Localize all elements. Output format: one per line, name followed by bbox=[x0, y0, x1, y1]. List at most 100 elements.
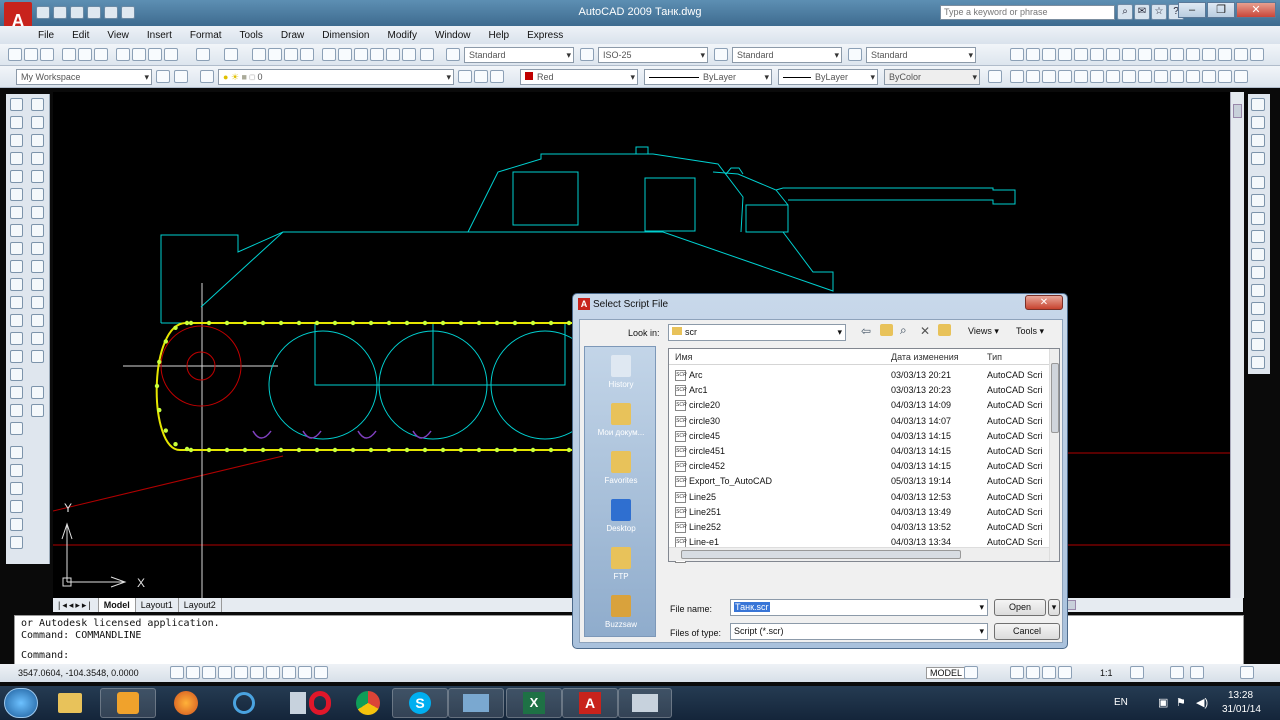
menu-file[interactable]: File bbox=[38, 30, 54, 41]
file-row[interactable]: SCR circle451 04/03/13 14:15 AutoCAD Scri bbox=[669, 444, 1049, 459]
new-icon[interactable] bbox=[8, 48, 22, 61]
lock-icon[interactable] bbox=[1190, 666, 1204, 679]
mleader-style-select[interactable]: Standard bbox=[866, 47, 976, 63]
dimension-icon[interactable] bbox=[1251, 230, 1265, 243]
file-row[interactable]: SCR Line251 04/03/13 13:49 AutoCAD Scri bbox=[669, 505, 1049, 520]
up-folder-icon[interactable] bbox=[880, 324, 893, 336]
qp-icon[interactable] bbox=[314, 666, 328, 679]
osnap-icon[interactable] bbox=[234, 666, 248, 679]
views-menu[interactable]: Views ▾ bbox=[968, 326, 999, 337]
hatch-icon[interactable] bbox=[10, 350, 23, 363]
layer-previous-icon[interactable] bbox=[474, 70, 488, 83]
layout-icon[interactable] bbox=[964, 666, 978, 679]
communication-icon[interactable]: ✉ bbox=[1134, 4, 1150, 20]
mtext-icon[interactable] bbox=[10, 422, 23, 435]
redo-icon[interactable] bbox=[224, 48, 238, 61]
fillet-icon[interactable] bbox=[31, 332, 44, 345]
break-icon[interactable] bbox=[31, 278, 44, 291]
properties-icon[interactable] bbox=[322, 48, 336, 61]
text-style-icon[interactable] bbox=[446, 48, 460, 61]
join-icon[interactable] bbox=[31, 296, 44, 309]
app-taskbar-icon[interactable] bbox=[216, 688, 272, 718]
view-icon[interactable] bbox=[1010, 48, 1024, 61]
layer-states-icon[interactable] bbox=[490, 70, 504, 83]
line-icon[interactable] bbox=[10, 98, 23, 111]
grid-icon[interactable] bbox=[186, 666, 200, 679]
rotate-icon[interactable] bbox=[31, 188, 44, 201]
plotstyle-select[interactable]: ByColor bbox=[884, 69, 980, 85]
place-history[interactable]: History bbox=[585, 355, 657, 389]
tab-layout2[interactable]: Layout2 bbox=[179, 598, 222, 612]
filetype-select[interactable]: Script (*.scr) ▾ bbox=[730, 623, 988, 640]
polygon-icon[interactable] bbox=[10, 152, 23, 165]
region-icon[interactable] bbox=[10, 386, 23, 399]
model-space-button[interactable]: MODEL bbox=[926, 667, 967, 679]
search-web-icon[interactable]: ⌕ bbox=[900, 323, 907, 338]
minimize-button[interactable]: – bbox=[1178, 2, 1206, 18]
menu-help[interactable]: Help bbox=[489, 30, 510, 41]
help-search-input[interactable]: Type a keyword or phrase bbox=[940, 5, 1115, 20]
table-icon[interactable] bbox=[10, 404, 23, 417]
dimension-icon[interactable] bbox=[1251, 98, 1265, 111]
dimension-icon[interactable] bbox=[1251, 284, 1265, 297]
stretch-icon[interactable] bbox=[31, 224, 44, 237]
menu-dimension[interactable]: Dimension bbox=[322, 30, 369, 41]
lights-icon[interactable] bbox=[10, 536, 23, 549]
look-in-select[interactable]: scr ▾ bbox=[668, 324, 846, 341]
volume-icon[interactable]: ◀) bbox=[1196, 696, 1208, 709]
annotation-visibility-icon[interactable] bbox=[1130, 666, 1144, 679]
match-properties-icon[interactable] bbox=[164, 48, 178, 61]
menu-view[interactable]: View bbox=[107, 30, 129, 41]
tab-nav-arrows[interactable]: |◂◂▸▸| bbox=[53, 598, 99, 612]
tab-model[interactable]: Model bbox=[98, 598, 136, 612]
clock-time[interactable]: 13:28 bbox=[1228, 690, 1253, 701]
cut-icon[interactable] bbox=[116, 48, 130, 61]
view-icon[interactable] bbox=[1090, 48, 1104, 61]
solid-icon[interactable] bbox=[1026, 70, 1040, 83]
dimension-icon[interactable] bbox=[1251, 152, 1265, 165]
snap-icon[interactable] bbox=[170, 666, 184, 679]
dyn-icon[interactable] bbox=[282, 666, 296, 679]
tab-layout1[interactable]: Layout1 bbox=[136, 598, 179, 612]
rectangle-icon[interactable] bbox=[10, 170, 23, 183]
scroll-thumb[interactable] bbox=[1051, 363, 1059, 433]
place-favorites[interactable]: Favorites bbox=[585, 451, 657, 485]
start-button[interactable] bbox=[4, 688, 38, 718]
mirror-icon[interactable] bbox=[31, 134, 44, 147]
new-folder-icon[interactable] bbox=[938, 324, 951, 336]
view-icon[interactable] bbox=[1170, 48, 1184, 61]
clock-date[interactable]: 31/01/14 bbox=[1222, 704, 1261, 715]
language-indicator[interactable]: EN bbox=[1114, 697, 1128, 708]
polar-icon[interactable] bbox=[218, 666, 232, 679]
file-row[interactable]: SCR Arc1 03/03/13 20:23 AutoCAD Scri bbox=[669, 383, 1049, 398]
clean-screen-icon[interactable] bbox=[1240, 666, 1254, 679]
file-row[interactable]: SCR Line252 04/03/13 13:52 AutoCAD Scri bbox=[669, 520, 1049, 535]
extend-icon[interactable] bbox=[31, 260, 44, 273]
file-row[interactable]: SCR Arc 03/03/13 20:21 AutoCAD Scri bbox=[669, 368, 1049, 383]
workspace-select[interactable]: My Workspace bbox=[16, 69, 152, 85]
excel-taskbar-icon[interactable]: X bbox=[506, 688, 562, 718]
file-row[interactable]: SCR Line25 04/03/13 12:53 AutoCAD Scri bbox=[669, 490, 1049, 505]
print-icon[interactable] bbox=[62, 48, 76, 61]
cancel-button[interactable]: Cancel bbox=[994, 623, 1060, 640]
tools-menu[interactable]: Tools ▾ bbox=[1016, 326, 1044, 337]
place-documents[interactable]: Мои докум... bbox=[585, 403, 657, 437]
ellipse-arc-icon[interactable] bbox=[10, 278, 23, 291]
dimension-icon[interactable] bbox=[1251, 194, 1265, 207]
spline-icon[interactable] bbox=[10, 242, 23, 255]
scale-icon[interactable] bbox=[31, 206, 44, 219]
dimension-icon[interactable] bbox=[1251, 302, 1265, 315]
publish-icon[interactable] bbox=[94, 48, 108, 61]
view-icon[interactable] bbox=[1186, 48, 1200, 61]
file-list-vscroll[interactable] bbox=[1049, 349, 1059, 561]
solid-icon[interactable] bbox=[1074, 70, 1088, 83]
search-icon[interactable]: ⌕ bbox=[1117, 4, 1133, 20]
view-icon[interactable] bbox=[1058, 48, 1072, 61]
menu-window[interactable]: Window bbox=[435, 30, 471, 41]
dimension-icon[interactable] bbox=[1251, 338, 1265, 351]
lwt-icon[interactable] bbox=[298, 666, 312, 679]
menu-tools[interactable]: Tools bbox=[240, 30, 263, 41]
otrack-icon[interactable] bbox=[250, 666, 264, 679]
col-date-header[interactable]: Дата изменения bbox=[891, 352, 959, 362]
dimension-icon[interactable] bbox=[1251, 266, 1265, 279]
